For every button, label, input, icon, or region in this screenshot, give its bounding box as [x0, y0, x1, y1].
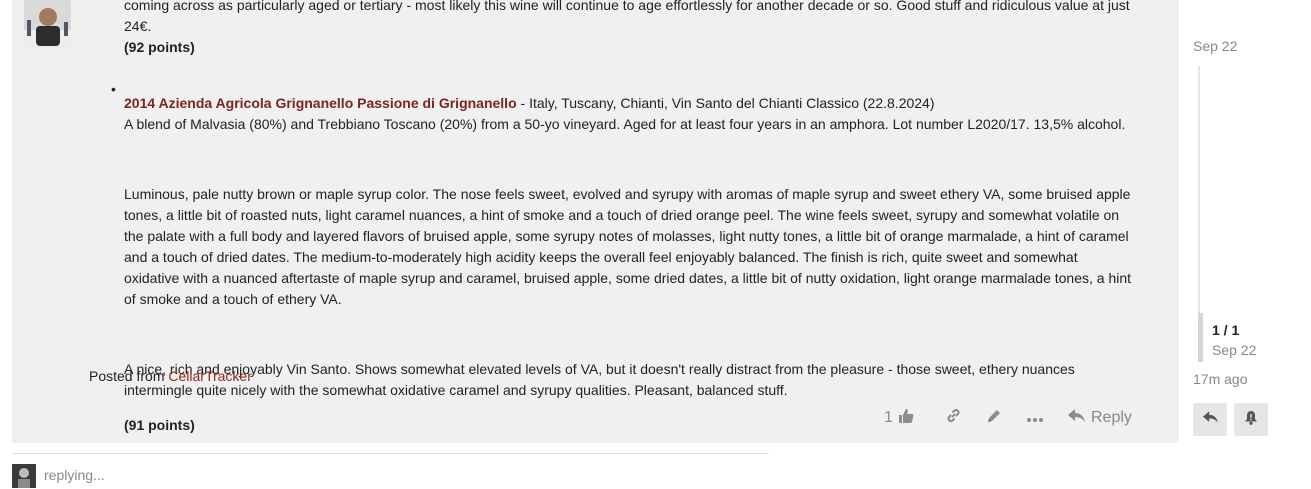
timeline-position: 1 / 1	[1212, 322, 1240, 338]
notification-bell-icon	[1244, 410, 1258, 430]
reply-label: Reply	[1091, 409, 1132, 426]
reply-button[interactable]: Reply	[1068, 404, 1132, 432]
post-body-previous: coming across as particularly aged or te…	[124, 0, 1134, 58]
timeline-progress: 1 / 1 Sep 22	[1212, 320, 1256, 360]
divider	[12, 453, 769, 454]
wine-tasting-note: Luminous, pale nutty brown or maple syru…	[124, 186, 1132, 307]
previous-review-text: coming across as particularly aged or te…	[124, 0, 1134, 37]
posted-from: Posted from CellarTracker	[89, 366, 252, 387]
wine-summary: A nice, rich and enjoyably Vin Santo. Sh…	[124, 361, 1075, 398]
timeline-position-date: Sep 22	[1212, 342, 1257, 358]
timeline-handle[interactable]	[1198, 313, 1203, 362]
previous-review-line: coming across as particularly aged or te…	[124, 0, 1130, 13]
like-count: 1	[884, 409, 893, 426]
edit-button[interactable]	[980, 404, 1008, 432]
reply-icon	[1068, 408, 1085, 428]
more-icon	[1027, 409, 1043, 427]
more-button[interactable]	[1021, 404, 1049, 432]
author-avatar[interactable]	[24, 0, 71, 48]
timeline-last-activity[interactable]: 17m ago	[1193, 371, 1247, 387]
cellartracker-link[interactable]: CellarTracker	[168, 368, 252, 384]
previous-points: (92 points)	[124, 39, 195, 55]
previous-review-line: 24€.	[124, 18, 152, 34]
wine-region: - Italy, Tuscany, Chianti, Vin Santo del…	[516, 95, 935, 111]
wine-list-item: • 2014 Azienda Agricola Grignanello Pass…	[111, 79, 1134, 450]
wine-points: (91 points)	[124, 417, 195, 433]
wine-title-link[interactable]: 2014 Azienda Agricola Grignanello Passio…	[124, 95, 517, 111]
timeline-reply-button[interactable]	[1193, 403, 1227, 436]
like-button[interactable]: 1	[880, 404, 918, 432]
posted-from-label: Posted from	[89, 368, 169, 384]
wine-blend: A blend of Malvasia (80%) and Trebbiano …	[124, 116, 1126, 132]
notification-button[interactable]	[1234, 403, 1268, 436]
replying-status: replying...	[44, 467, 105, 483]
timeline-start-date[interactable]: Sep 22	[1193, 38, 1237, 54]
copy-link-button[interactable]	[939, 404, 967, 432]
like-icon	[898, 408, 914, 429]
list-bullet: •	[111, 81, 116, 97]
edit-icon	[986, 408, 1002, 429]
reply-back-icon	[1202, 410, 1218, 429]
link-icon	[945, 407, 962, 429]
replying-user-avatar	[12, 464, 36, 488]
